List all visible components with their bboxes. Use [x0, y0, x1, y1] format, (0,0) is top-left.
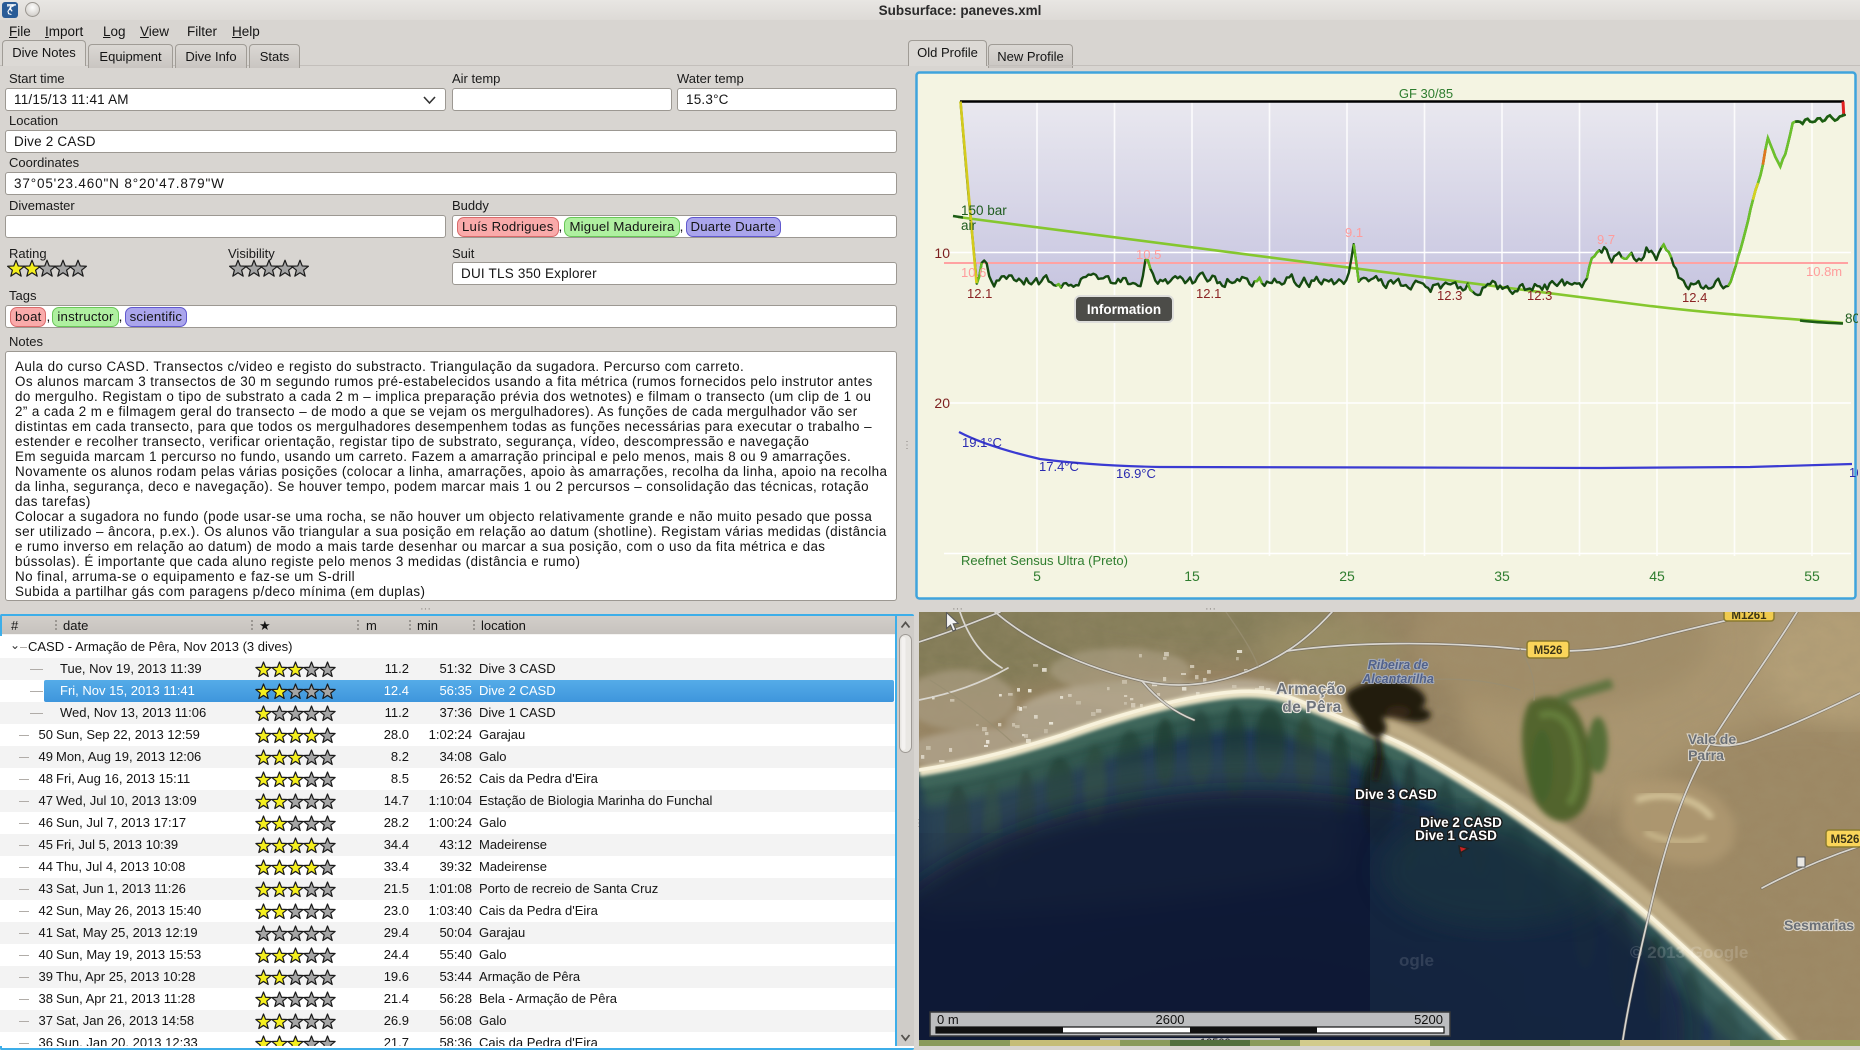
- svg-text:Ribeira de: Ribeira de: [1368, 658, 1428, 672]
- svg-text:2600: 2600: [1156, 1012, 1185, 1027]
- svg-text:© 2013 Google: © 2013 Google: [1630, 943, 1748, 962]
- svg-text:Vale de: Vale de: [1688, 731, 1736, 747]
- svg-text:GF 30/85: GF 30/85: [1399, 86, 1453, 101]
- svg-text:Armação: Armação: [1276, 681, 1346, 698]
- svg-text:Dive 1 CASD: Dive 1 CASD: [1415, 828, 1497, 843]
- svg-text:15: 15: [1184, 568, 1200, 584]
- svg-text:55: 55: [1804, 568, 1820, 584]
- svg-text:5: 5: [1033, 568, 1041, 584]
- svg-text:5200: 5200: [1414, 1012, 1443, 1027]
- svg-text:35: 35: [1494, 568, 1510, 584]
- svg-text:10.6: 10.6: [961, 265, 986, 280]
- svg-text:10.8m: 10.8m: [1806, 264, 1842, 279]
- svg-text:Information: Information: [1087, 302, 1161, 317]
- svg-text:M526: M526: [1534, 645, 1563, 657]
- svg-text:16.9°C: 16.9°C: [1116, 466, 1156, 481]
- svg-text:12.1: 12.1: [1196, 286, 1221, 301]
- svg-text:45: 45: [1649, 568, 1665, 584]
- svg-text:Parra: Parra: [1688, 747, 1724, 763]
- svg-text:Dive 3 CASD: Dive 3 CASD: [1355, 787, 1437, 802]
- svg-text:12.3: 12.3: [1527, 288, 1552, 303]
- svg-text:12.1: 12.1: [967, 286, 992, 301]
- svg-text:Sesmarias: Sesmarias: [1784, 917, 1854, 933]
- svg-text:9.1: 9.1: [1345, 225, 1363, 240]
- svg-text:19.1°C: 19.1°C: [962, 435, 1002, 450]
- svg-text:12.3: 12.3: [1437, 288, 1462, 303]
- svg-text:ogle: ogle: [1399, 951, 1434, 970]
- svg-text:Alcantarilha: Alcantarilha: [1361, 672, 1434, 686]
- svg-text:150 bar: 150 bar: [961, 203, 1007, 218]
- svg-text:M526: M526: [1831, 834, 1860, 846]
- svg-text:10: 10: [934, 245, 950, 261]
- svg-text:9.7: 9.7: [1597, 232, 1615, 247]
- svg-text:Reefnet Sensus Ultra (Preto): Reefnet Sensus Ultra (Preto): [961, 553, 1128, 568]
- svg-text:80: 80: [1845, 311, 1858, 326]
- svg-text:air: air: [961, 218, 977, 233]
- svg-text:17.4°C: 17.4°C: [1039, 459, 1079, 474]
- svg-text:M1261: M1261: [1731, 612, 1767, 622]
- svg-text:20: 20: [934, 395, 950, 411]
- svg-text:16: 16: [1849, 465, 1858, 480]
- svg-text:25: 25: [1339, 568, 1355, 584]
- svg-text:0 m: 0 m: [937, 1012, 959, 1027]
- svg-text:de Pêra: de Pêra: [1282, 699, 1342, 716]
- svg-text:10.5: 10.5: [1136, 247, 1161, 262]
- svg-text:12.4: 12.4: [1682, 290, 1707, 305]
